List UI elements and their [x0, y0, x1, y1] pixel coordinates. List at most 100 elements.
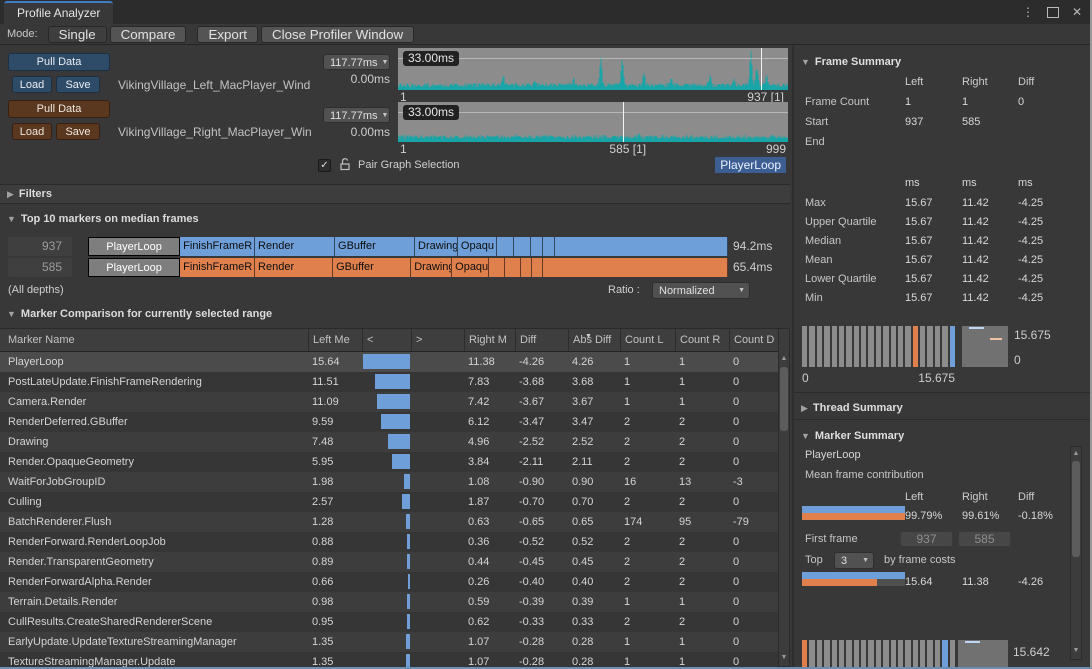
frame-summary-header[interactable]: ▼Frame Summary — [794, 52, 1090, 72]
table-row[interactable]: WaitForJobGroupID1.981.08-0.900.901613-3 — [0, 472, 778, 492]
marker-segment[interactable] — [555, 237, 728, 256]
profile-analyzer-tab[interactable]: Profile Analyzer — [4, 1, 113, 24]
column-header[interactable]: Count D — [729, 329, 778, 351]
marker-segment[interactable]: GBuffer — [335, 237, 415, 256]
frame-graph-left[interactable]: 33.00ms — [398, 48, 788, 90]
histogram-bar — [891, 326, 896, 367]
stat-row: End — [800, 133, 1092, 152]
table-row[interactable]: Terrain.Details.Render0.980.59-0.390.391… — [0, 592, 778, 612]
marker-segment[interactable] — [531, 237, 543, 256]
pull-data-left-button[interactable]: Pull Data — [8, 53, 110, 71]
first-frame-right-button[interactable]: 585 — [958, 531, 1011, 547]
table-row[interactable]: PlayerLoop15.6411.38-4.264.26110 — [0, 352, 778, 372]
stat-row: Mean15.6711.42-4.25 — [800, 251, 1092, 270]
top10-header[interactable]: ▼Top 10 markers on median frames — [0, 210, 790, 230]
mode-compare-button[interactable]: Compare — [110, 26, 187, 43]
marker-segment[interactable] — [489, 258, 505, 277]
title-bar: Profile Analyzer ⋮ ✕ — [0, 0, 1090, 25]
table-row[interactable]: RenderDeferred.GBuffer9.596.12-3.473.472… — [0, 412, 778, 432]
pull-data-right-button[interactable]: Pull Data — [8, 100, 110, 118]
histogram-bar — [883, 326, 888, 367]
column-header[interactable]: < — [362, 329, 411, 351]
table-scrollbar[interactable]: ▲ ▼ — [778, 328, 790, 667]
first-frame-left-button[interactable]: 937 — [900, 531, 953, 547]
marker-segment[interactable]: Drawing — [411, 258, 452, 277]
column-header[interactable]: Count R — [675, 329, 729, 351]
column-header[interactable]: Abs Diff▼ — [568, 329, 620, 351]
load-left-button[interactable]: Load — [12, 76, 52, 93]
marker-segment[interactable]: PlayerLoop — [88, 237, 180, 256]
marker-segment[interactable] — [543, 258, 728, 277]
marker-segment[interactable]: Drawing — [415, 237, 458, 256]
table-row[interactable]: Drawing7.484.96-2.522.52220 — [0, 432, 778, 452]
kebab-menu-icon[interactable]: ⋮ — [1022, 5, 1034, 19]
marker-segment[interactable] — [532, 258, 543, 277]
marker-segment[interactable]: Render — [255, 237, 335, 256]
thread-summary-header[interactable]: ▶Thread Summary — [794, 398, 1090, 418]
export-button[interactable]: Export — [197, 26, 258, 43]
column-header[interactable]: Left Me — [308, 329, 362, 351]
scroll-down-icon[interactable]: ▼ — [779, 652, 789, 664]
mean-contribution-label: Mean frame contribution — [805, 469, 924, 481]
table-row[interactable]: CullResults.CreateSharedRendererScene0.9… — [0, 612, 778, 632]
marker-segment[interactable]: GBuffer — [333, 258, 411, 277]
marker-segment[interactable]: FinishFrameR — [180, 258, 255, 277]
left-value-bar — [375, 374, 410, 389]
ratio-dropdown[interactable]: Normalized▼ — [652, 282, 750, 299]
scroll-thumb[interactable] — [1072, 461, 1080, 557]
comparison-header[interactable]: ▼Marker Comparison for currently selecte… — [0, 305, 790, 325]
left-median-tick — [965, 641, 980, 643]
column-header[interactable]: > — [411, 329, 464, 351]
table-row[interactable]: Render.OpaqueGeometry5.953.84-2.112.1122… — [0, 452, 778, 472]
frame-graph-right[interactable]: 33.00ms — [398, 102, 788, 142]
pair-graph-selection-checkbox[interactable]: ✓ — [318, 159, 331, 172]
threshold-badge-right: 33.00ms — [403, 105, 459, 120]
scroll-up-icon[interactable]: ▲ — [779, 353, 789, 365]
marker-segment[interactable] — [521, 258, 532, 277]
column-header[interactable]: Marker Name — [0, 329, 308, 351]
column-header[interactable]: Diff — [515, 329, 568, 351]
scroll-up-icon[interactable]: ▲ — [1071, 448, 1081, 460]
maximize-icon[interactable] — [1047, 7, 1059, 18]
lock-open-icon[interactable] — [338, 157, 352, 172]
frame-number-button[interactable]: 937 — [8, 237, 72, 256]
marker-segment[interactable]: Opaqu — [458, 237, 497, 256]
table-row[interactable]: Culling2.571.87-0.700.70220 — [0, 492, 778, 512]
table-row[interactable]: Camera.Render11.097.42-3.673.67110 — [0, 392, 778, 412]
table-row[interactable]: RenderForwardAlpha.Render0.660.26-0.400.… — [0, 572, 778, 592]
right-depth-dropdown[interactable]: 117.77ms▼ — [323, 107, 390, 123]
marker-segment[interactable]: FinishFrameR — [180, 237, 255, 256]
units-row: ms ms ms — [800, 174, 1092, 193]
mode-single-button[interactable]: Single — [48, 26, 107, 43]
marker-segment[interactable] — [497, 237, 514, 256]
close-icon[interactable]: ✕ — [1072, 5, 1082, 19]
filters-header[interactable]: ▶Filters — [0, 184, 790, 204]
scroll-down-icon[interactable]: ▼ — [1071, 645, 1081, 657]
summary-column-headers: Left Right Diff — [800, 488, 1092, 507]
marker-segment[interactable] — [543, 237, 555, 256]
save-left-button[interactable]: Save — [56, 76, 100, 93]
frame-number-button[interactable]: 585 — [8, 258, 72, 277]
column-header[interactable]: Count L — [620, 329, 675, 351]
load-right-button[interactable]: Load — [12, 123, 52, 140]
table-row[interactable]: TextureStreamingManager.Update1.351.07-0… — [0, 652, 778, 667]
column-header[interactable]: Right M — [464, 329, 515, 351]
marker-segment[interactable]: Opaqu — [452, 258, 489, 277]
left-depth-dropdown[interactable]: 117.77ms▼ — [323, 54, 390, 70]
table-row[interactable]: Render.TransparentGeometry0.890.44-0.450… — [0, 552, 778, 572]
table-row[interactable]: EarlyUpdate.UpdateTextureStreamingManage… — [0, 632, 778, 652]
marker-segment[interactable] — [505, 258, 521, 277]
frame-selection-line — [761, 48, 762, 90]
table-row[interactable]: BatchRenderer.Flush1.280.63-0.650.651749… — [0, 512, 778, 532]
marker-segment[interactable]: PlayerLoop — [88, 258, 180, 277]
scroll-thumb[interactable] — [780, 367, 788, 431]
top-count-dropdown[interactable]: 3▼ — [834, 552, 874, 569]
table-row[interactable]: RenderForward.RenderLoopJob0.880.36-0.52… — [0, 532, 778, 552]
marker-segment[interactable] — [514, 237, 531, 256]
marker-segment[interactable]: Render — [255, 258, 333, 277]
table-row[interactable]: PostLateUpdate.FinishFrameRendering11.51… — [0, 372, 778, 392]
marker-summary-header[interactable]: ▼Marker Summary — [794, 426, 1090, 446]
close-profiler-window-button[interactable]: Close Profiler Window — [261, 26, 414, 43]
right-panel-scrollbar[interactable]: ▲ ▼ — [1070, 446, 1082, 660]
save-right-button[interactable]: Save — [56, 123, 100, 140]
